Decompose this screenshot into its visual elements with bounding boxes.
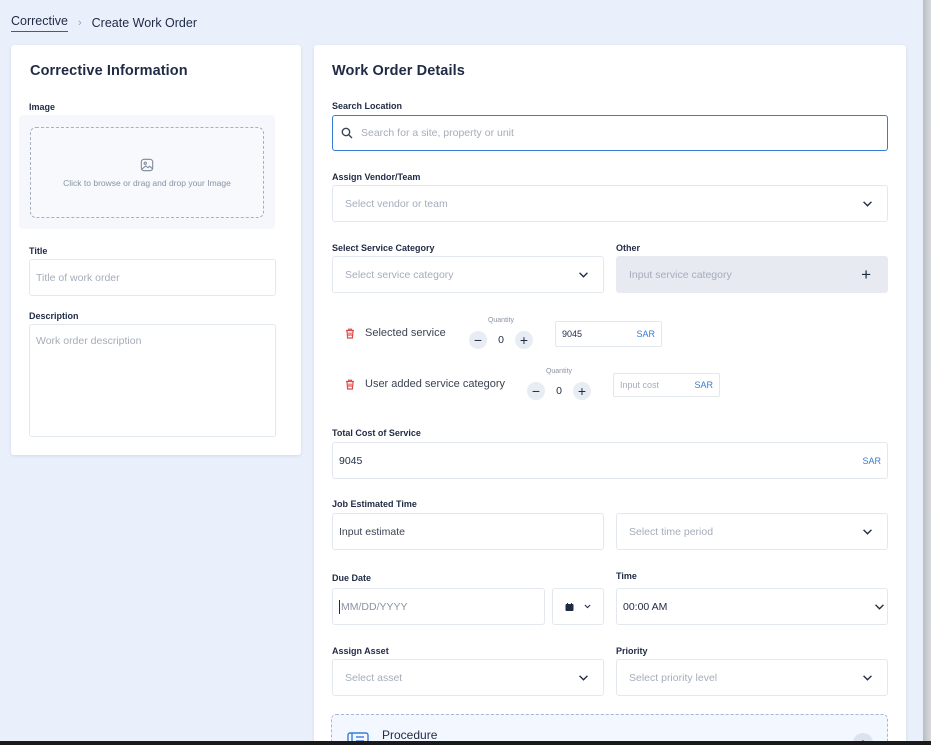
total-cost-label: Total Cost of Service	[332, 428, 421, 438]
image-dropzone[interactable]: Click to browse or drag and drop your Im…	[30, 127, 264, 218]
decrement-button[interactable]: −	[469, 331, 487, 349]
description-textarea[interactable]: Work order description	[29, 324, 276, 437]
search-icon	[341, 127, 353, 139]
increment-button[interactable]: +	[515, 331, 533, 349]
chevron-down-icon	[579, 674, 588, 681]
text-cursor	[339, 599, 340, 614]
time-select[interactable]: 00:00 AM	[616, 588, 888, 625]
chevron-down-icon	[584, 604, 591, 609]
chevron-down-icon	[863, 674, 872, 681]
add-procedure-button[interactable]: +	[853, 733, 873, 741]
trash-icon[interactable]	[345, 328, 355, 339]
work-order-details-title: Work Order Details	[332, 63, 465, 79]
window-bottom-edge	[0, 741, 931, 745]
dropzone-text: Click to browse or drag and drop your Im…	[63, 177, 231, 188]
image-icon	[140, 158, 154, 171]
breadcrumb-current: Create Work Order	[91, 16, 197, 30]
trash-icon[interactable]	[345, 379, 355, 390]
search-location-input[interactable]: Search for a site, property or unit	[332, 115, 888, 151]
vendor-select[interactable]: Select vendor or team	[332, 185, 888, 222]
page: Corrective › Create Work Order Correctiv…	[0, 0, 923, 741]
corrective-info-title: Corrective Information	[30, 63, 188, 79]
search-location-label: Search Location	[332, 101, 403, 111]
breadcrumb-link-corrective[interactable]: Corrective	[11, 14, 68, 32]
chevron-down-icon	[875, 603, 884, 610]
chevron-down-icon	[863, 528, 872, 535]
total-cost-field: 9045 SAR	[332, 442, 888, 479]
service-cost-placeholder: Input cost	[620, 380, 660, 390]
search-location-placeholder: Search for a site, property or unit	[361, 127, 514, 139]
calendar-icon	[565, 602, 574, 611]
due-date-placeholder: MM/DD/YYYY	[341, 600, 408, 613]
total-cost-value: 9045	[339, 454, 363, 467]
breadcrumb: Corrective › Create Work Order	[11, 14, 197, 32]
chevron-down-icon	[863, 200, 872, 207]
estimated-time-label: Job Estimated Time	[332, 499, 417, 509]
currency-label: SAR	[636, 329, 655, 339]
quantity-value: 0	[556, 385, 562, 397]
vendor-placeholder: Select vendor or team	[345, 197, 448, 210]
priority-label: Priority	[616, 646, 648, 656]
service-row-selected: Selected service	[345, 327, 446, 339]
due-date-label: Due Date	[332, 573, 372, 583]
assign-asset-label: Assign Asset	[332, 646, 389, 656]
calendar-button[interactable]	[552, 588, 604, 625]
due-date-input[interactable]: MM/DD/YYYY	[332, 588, 545, 625]
vendor-label: Assign Vendor/Team	[332, 172, 421, 182]
procedure-section[interactable]: Procedure +	[331, 714, 888, 741]
currency-label: SAR	[694, 380, 713, 390]
service-name: Selected service	[365, 327, 446, 339]
other-service-input[interactable]: Input service category +	[616, 256, 888, 293]
estimate-input[interactable]: Input estimate	[332, 513, 604, 550]
quantity-label: Quantity	[487, 317, 515, 324]
currency-label: SAR	[862, 455, 881, 466]
service-name: User added service category	[365, 378, 506, 390]
decrement-button[interactable]: −	[527, 382, 545, 400]
title-input[interactable]: Title of work order	[29, 259, 276, 296]
title-label: Title	[29, 246, 48, 256]
plus-icon[interactable]: +	[861, 265, 871, 285]
chevron-down-icon	[579, 271, 588, 278]
description-label: Description	[29, 311, 79, 321]
quantity-label: Quantity	[545, 368, 573, 375]
asset-select[interactable]: Select asset	[332, 659, 604, 696]
asset-placeholder: Select asset	[345, 671, 403, 684]
other-service-placeholder: Input service category	[629, 268, 732, 281]
service-category-placeholder: Select service category	[345, 268, 454, 281]
window-edge	[923, 0, 931, 745]
image-label: Image	[29, 102, 56, 112]
increment-button[interactable]: +	[573, 382, 591, 400]
other-label: Other	[616, 243, 641, 253]
service-category-label: Select Service Category	[332, 243, 435, 253]
procedure-title: Procedure	[382, 728, 438, 741]
checklist-icon	[347, 732, 369, 741]
priority-placeholder: Select priority level	[629, 671, 718, 684]
time-period-select[interactable]: Select time period	[616, 513, 888, 550]
service-cost-value: 9045	[562, 329, 583, 339]
breadcrumb-separator-icon: ›	[77, 17, 82, 29]
service-category-select[interactable]: Select service category	[332, 256, 604, 293]
service-row-user-added: User added service category	[345, 378, 505, 390]
time-label: Time	[616, 571, 637, 581]
priority-select[interactable]: Select priority level	[616, 659, 888, 696]
quantity-value: 0	[498, 334, 504, 346]
time-value: 00:00 AM	[623, 600, 668, 613]
service-cost-input[interactable]: 9045 SAR	[555, 321, 662, 347]
time-period-placeholder: Select time period	[629, 525, 714, 538]
service-cost-input[interactable]: Input cost SAR	[613, 373, 720, 397]
